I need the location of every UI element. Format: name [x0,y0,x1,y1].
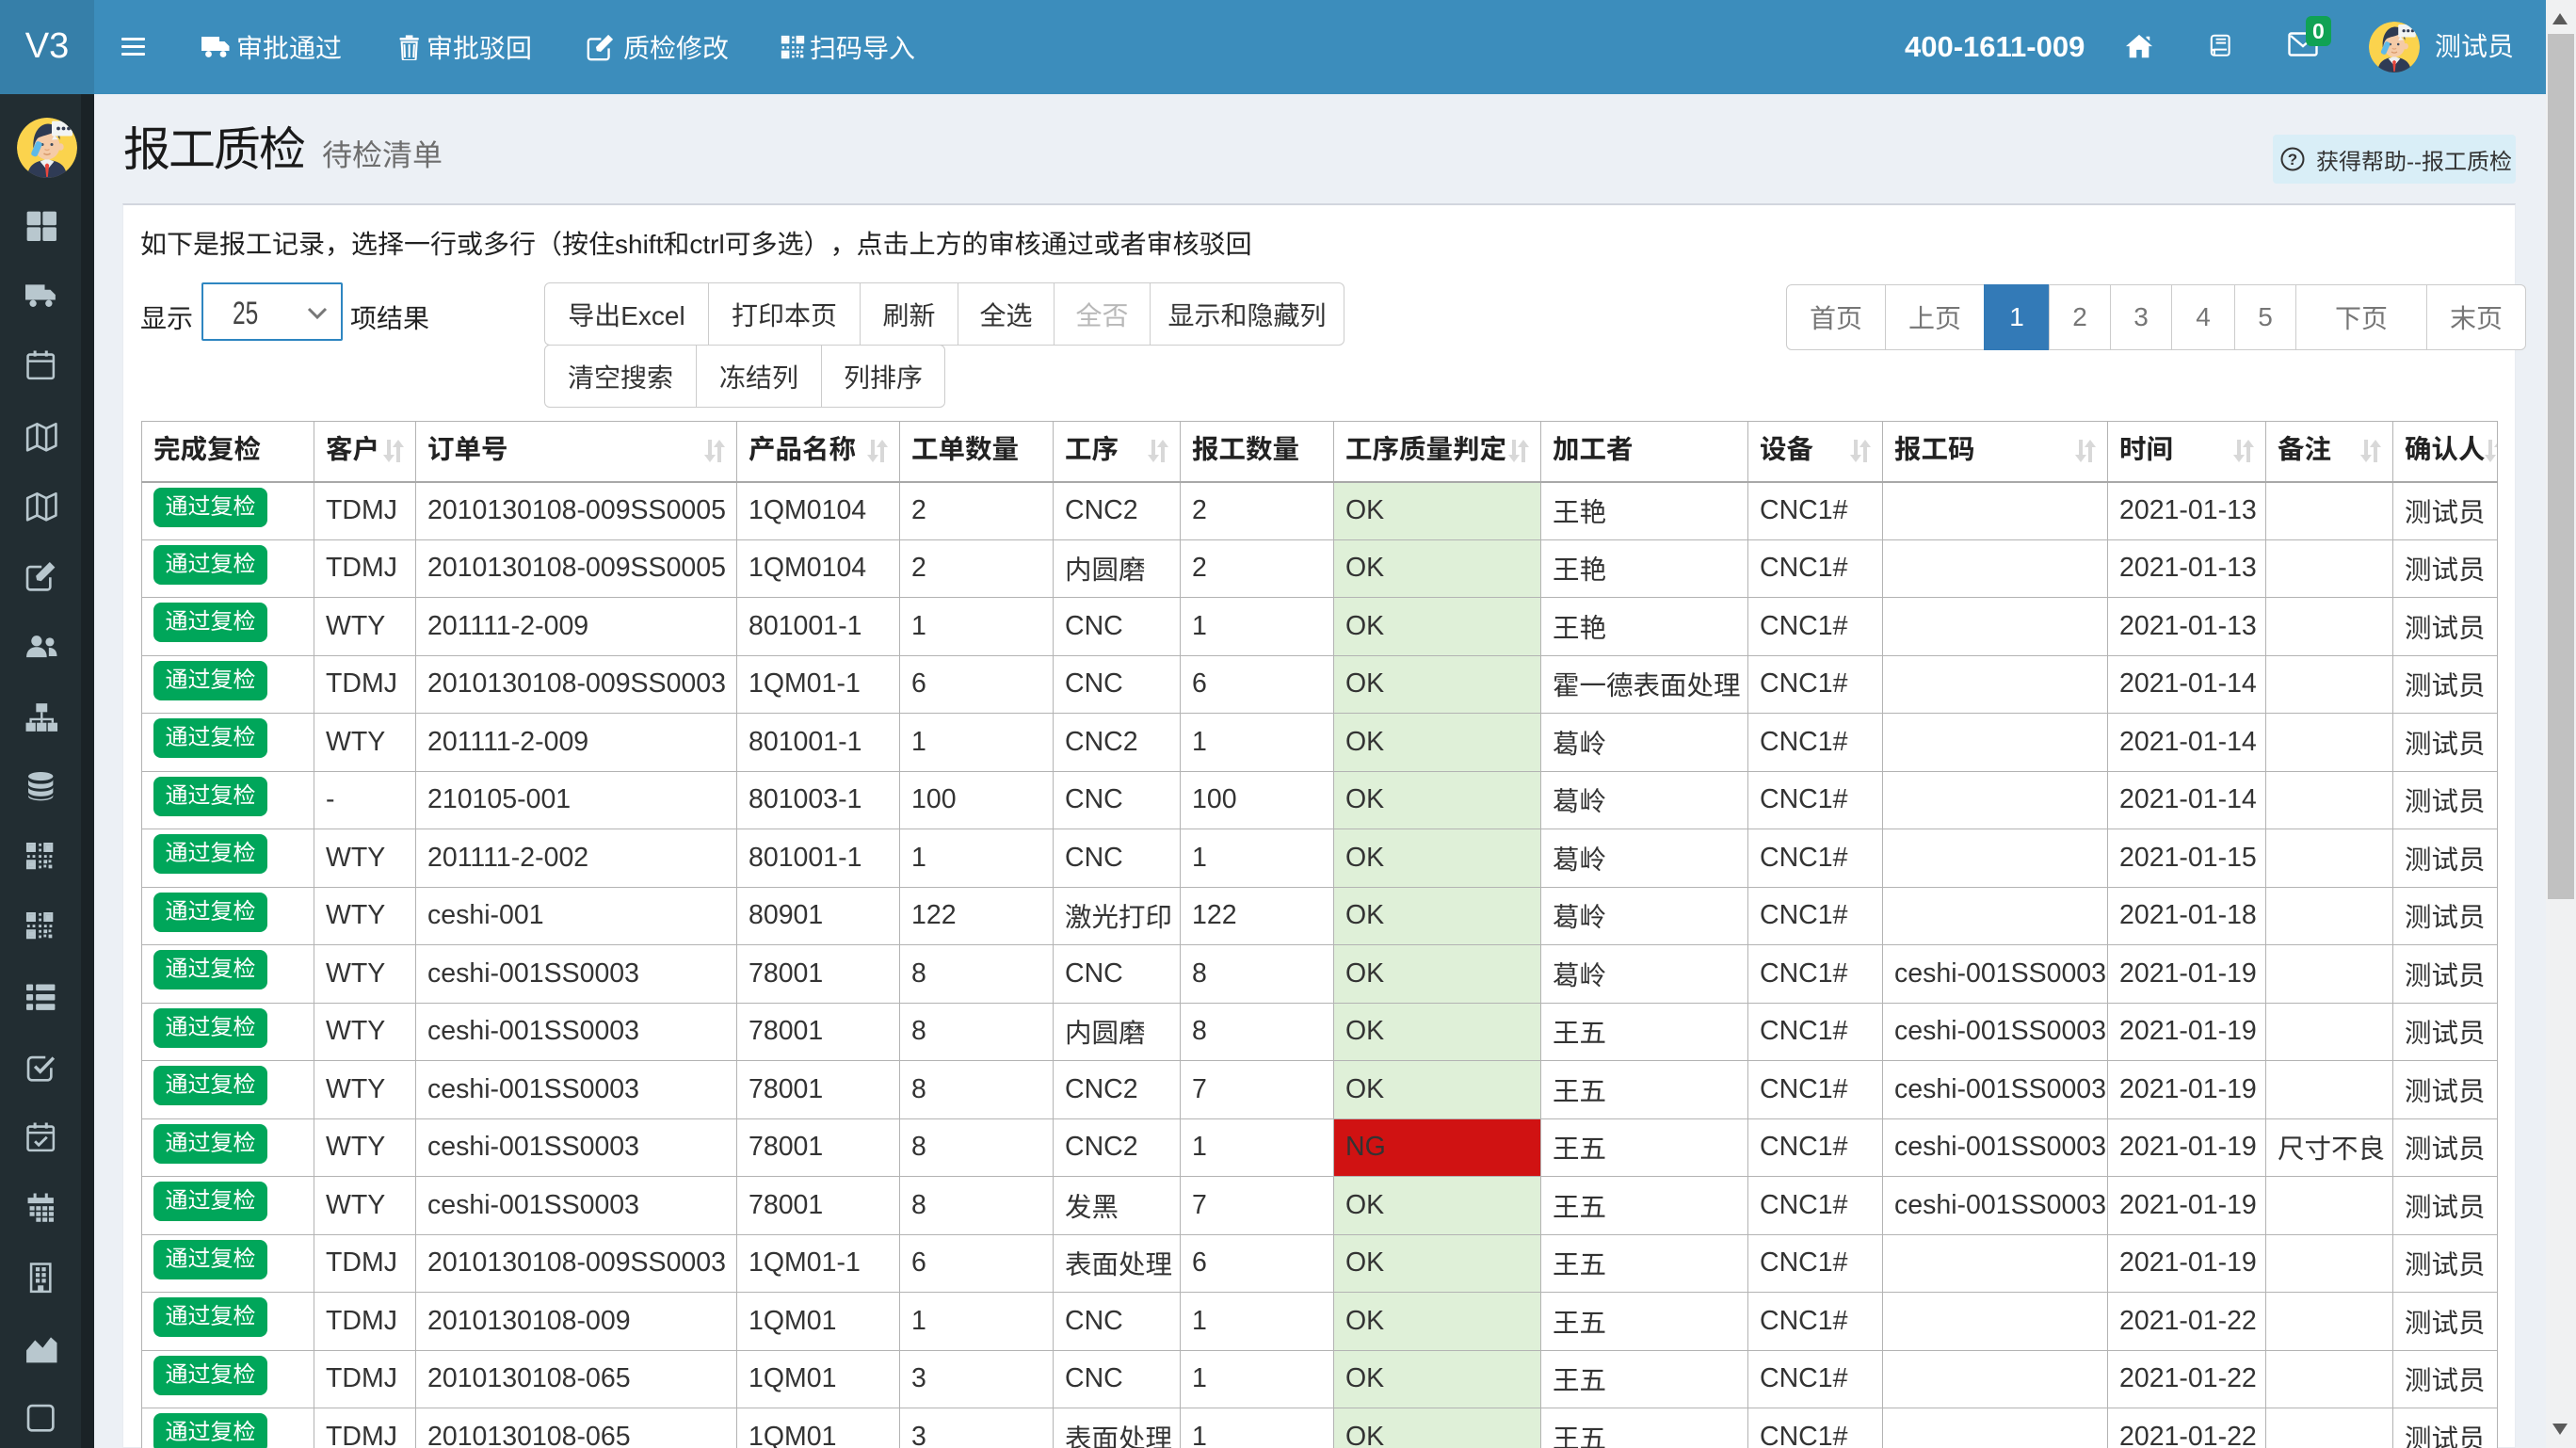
svg-text:?: ? [2288,151,2297,169]
